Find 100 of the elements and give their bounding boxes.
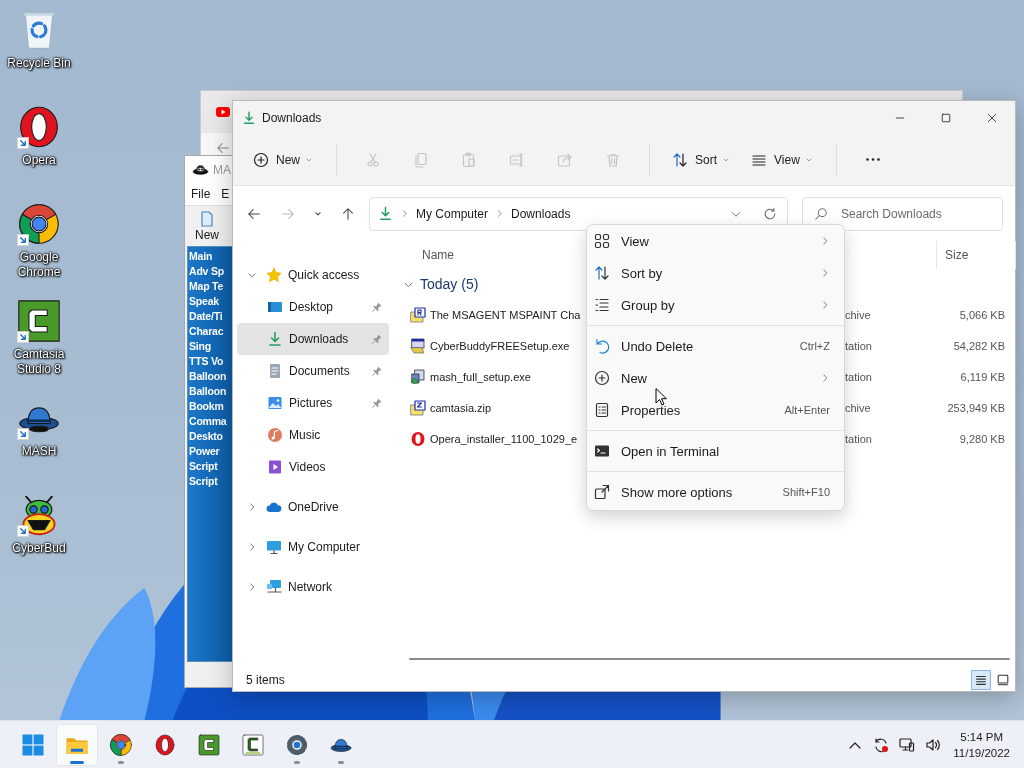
back-arrow-icon bbox=[247, 206, 261, 221]
nav-item[interactable]: Videos bbox=[237, 451, 389, 483]
nav-item[interactable]: My Computer bbox=[237, 531, 389, 563]
menu-item[interactable]: File bbox=[187, 187, 211, 201]
column-header[interactable]: Size bbox=[937, 241, 1016, 269]
grid-icon bbox=[594, 233, 610, 249]
chevron-right-icon bbox=[400, 209, 409, 218]
c-shape-logo-icon bbox=[241, 732, 265, 757]
breadcrumb-item[interactable]: Downloads bbox=[511, 206, 571, 221]
open-external-icon bbox=[594, 484, 610, 500]
table-cell-text: chive bbox=[845, 308, 872, 321]
view-button[interactable]: View bbox=[745, 143, 820, 176]
table-cell-text: 5,066 KB bbox=[958, 308, 1005, 321]
download-arrow-icon bbox=[267, 331, 283, 347]
file-name[interactable]: Opera_installer_1100_1029_e bbox=[430, 432, 578, 445]
properties-icon bbox=[594, 402, 610, 418]
list-item[interactable]: TTS Vo bbox=[189, 354, 232, 369]
menu-item[interactable]: New bbox=[587, 362, 844, 394]
list-item[interactable]: Main bbox=[189, 249, 232, 264]
nav-item[interactable]: Pictures bbox=[237, 387, 389, 419]
list-item[interactable]: Script bbox=[189, 474, 232, 489]
tiles-view-icon bbox=[996, 673, 1010, 687]
list-item[interactable]: Date/Ti bbox=[189, 309, 232, 324]
file-name[interactable]: mash_full_setup.exe bbox=[430, 370, 531, 383]
details-view-button[interactable] bbox=[971, 670, 991, 690]
table-cell-text: 253,949 KB bbox=[946, 401, 1005, 414]
list-item[interactable]: Sing bbox=[189, 339, 232, 354]
installer-icon bbox=[410, 368, 426, 385]
grouped-list-icon bbox=[594, 297, 610, 313]
file-name[interactable]: CyberBuddyFREESetup.exe bbox=[430, 339, 570, 352]
clock[interactable]: 5:14 PM 11/19/2022 bbox=[951, 728, 1012, 761]
table-cell-text: chive bbox=[845, 401, 872, 414]
list-item[interactable]: Adv Sp bbox=[189, 264, 232, 279]
page-icon bbox=[199, 210, 215, 228]
installer-icon bbox=[410, 337, 426, 354]
menu-item[interactable]: Show more options Shift+F10 bbox=[587, 476, 844, 508]
nav-item[interactable]: OneDrive bbox=[237, 491, 389, 523]
table-cell-text: tation bbox=[845, 339, 873, 352]
table-cell-text: 6,119 KB bbox=[959, 370, 1005, 383]
settings-icon bbox=[285, 732, 309, 757]
breadcrumb-item[interactable]: My Computer bbox=[416, 206, 489, 221]
menu-item[interactable]: Properties Alt+Enter bbox=[587, 394, 844, 426]
archive-icon bbox=[410, 399, 426, 416]
group-header[interactable]: Today (5) bbox=[400, 269, 479, 299]
file-name[interactable]: camtasia.zip bbox=[430, 401, 492, 414]
search-field[interactable]: Search Downloads bbox=[802, 196, 1003, 231]
maximize-icon bbox=[940, 111, 952, 124]
download-arrow-icon bbox=[242, 110, 256, 125]
status-text: 5 items bbox=[246, 673, 285, 687]
menu-item[interactable]: Sort by bbox=[587, 257, 844, 289]
nav-item[interactable]: Quick access bbox=[237, 259, 389, 291]
star-icon bbox=[266, 267, 282, 283]
sort-button[interactable]: Sort bbox=[666, 143, 738, 176]
list-item[interactable]: Balloon bbox=[189, 384, 232, 399]
menu-item[interactable]: Group by bbox=[587, 289, 844, 321]
window-title: MA bbox=[213, 162, 231, 177]
list-item[interactable]: Deskto bbox=[189, 429, 232, 444]
network-icon bbox=[266, 579, 282, 595]
new-button[interactable]: New bbox=[247, 143, 320, 176]
list-item[interactable]: Map Te bbox=[189, 279, 232, 294]
sort-arrows-icon bbox=[594, 265, 610, 281]
file-name[interactable]: The MSAGENT MSPAINT Cha bbox=[430, 308, 581, 321]
forward-arrow-icon bbox=[281, 206, 295, 221]
list-item[interactable]: Bookm bbox=[189, 399, 232, 414]
video-icon bbox=[267, 459, 283, 475]
up-arrow-icon bbox=[341, 206, 355, 221]
list-item[interactable]: Charac bbox=[189, 324, 232, 339]
ring-logo-icon bbox=[153, 732, 177, 757]
circle-logo-icon bbox=[109, 732, 133, 757]
list-item[interactable]: Script bbox=[189, 459, 232, 474]
new-button[interactable]: New bbox=[187, 210, 227, 242]
search-icon bbox=[814, 206, 828, 221]
sync-icon[interactable] bbox=[873, 736, 890, 753]
list-item[interactable]: Speak bbox=[189, 294, 232, 309]
table-cell-text: tation bbox=[845, 370, 873, 383]
nav-item[interactable]: Network bbox=[237, 571, 389, 603]
details-view-icon bbox=[974, 673, 988, 687]
nav-item[interactable]: Desktop bbox=[237, 291, 389, 323]
nav-item[interactable]: Music bbox=[237, 419, 389, 451]
list-item[interactable]: Power bbox=[189, 444, 232, 459]
nav-item[interactable]: Downloads bbox=[237, 323, 389, 355]
list-item[interactable]: Comma bbox=[189, 414, 232, 429]
keyboard-shortcut: Ctrl+Z bbox=[799, 340, 830, 352]
plus-circle-icon bbox=[594, 370, 610, 386]
chevron-right-icon bbox=[495, 209, 505, 218]
start-logo-icon bbox=[21, 732, 45, 757]
desktop-folder-icon bbox=[267, 299, 283, 315]
menu-item[interactable]: E bbox=[217, 187, 230, 201]
keyboard-shortcut: Shift+F10 bbox=[782, 486, 830, 498]
table-cell-text: tation bbox=[845, 432, 873, 445]
network-status-icon[interactable] bbox=[899, 736, 916, 753]
taskbar-button[interactable] bbox=[57, 724, 97, 765]
nav-item[interactable]: Documents bbox=[237, 355, 389, 387]
menu-item[interactable]: Undo Delete Ctrl+Z bbox=[587, 330, 844, 362]
table-cell-text: 9,280 KB bbox=[958, 432, 1005, 445]
window-title: Downloads bbox=[262, 110, 322, 125]
menu-item[interactable]: Open in Terminal bbox=[587, 435, 844, 467]
horizontal-scrollbar[interactable] bbox=[409, 658, 1010, 660]
monitor-icon bbox=[266, 539, 282, 555]
list-item[interactable]: Balloon bbox=[189, 369, 232, 384]
